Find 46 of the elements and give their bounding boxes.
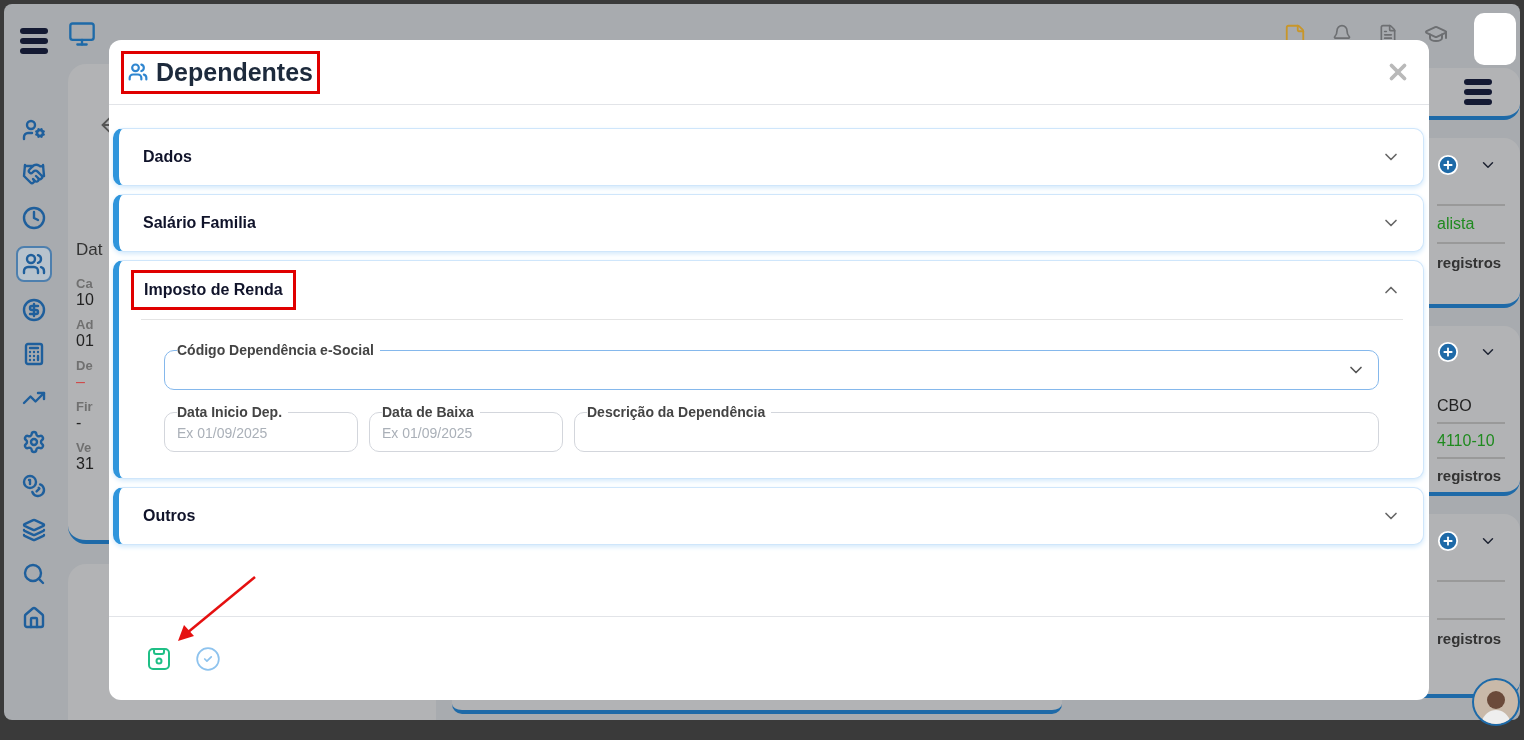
field-label: De: [76, 358, 93, 373]
menu-icon[interactable]: [20, 28, 48, 54]
field-label: Ve: [76, 440, 92, 455]
field-label: Ad: [76, 317, 94, 332]
field-label: Fir: [76, 399, 93, 414]
record-count: registros: [1437, 253, 1502, 271]
add-icon[interactable]: [1437, 340, 1459, 363]
dialog-title: Dependentes: [121, 50, 320, 94]
monitor-icon: [68, 20, 96, 48]
field-value: –: [76, 373, 85, 391]
field-label: Código Dependência e-Social: [177, 342, 375, 358]
accordion-header[interactable]: Outros: [119, 488, 1423, 544]
confirm-button[interactable]: [195, 645, 221, 672]
field-value: -: [76, 414, 82, 432]
section-title: Salário Familia: [143, 214, 256, 232]
add-icon[interactable]: [1437, 530, 1459, 552]
text-field[interactable]: Descrição da Dependência: [574, 404, 1379, 452]
select-field[interactable]: Código Dependência e-Social: [164, 342, 1379, 390]
field-label: Data Inicio Dep.: [177, 404, 284, 420]
info-text: CBO: [1437, 397, 1472, 416]
accordion-header[interactable]: Imposto de Renda: [119, 261, 1423, 319]
menu-icon[interactable]: [1464, 79, 1492, 105]
section-title: Imposto de Renda: [131, 270, 296, 310]
record-count: registros: [1437, 467, 1502, 485]
record-count: registros: [1437, 629, 1502, 647]
card-heading: Dat: [76, 240, 103, 260]
people-icon: [128, 62, 148, 82]
add-icon[interactable]: [1437, 154, 1459, 176]
date-field[interactable]: Data Inicio Dep. Ex 01/09/2025: [164, 404, 358, 452]
field-value: 01: [76, 332, 94, 350]
profile-tile[interactable]: [1474, 13, 1516, 65]
field-value: 10: [76, 291, 94, 309]
field-label: Ca: [76, 276, 93, 291]
date-field[interactable]: Data de Baixa Ex 01/09/2025: [369, 404, 563, 452]
field-label: Data de Baixa: [382, 404, 475, 420]
users-icon[interactable]: [16, 246, 52, 282]
accordion-header[interactable]: Dados: [119, 129, 1423, 185]
info-text: 4110-10: [1437, 431, 1495, 450]
section-title: Outros: [143, 507, 196, 525]
section-title: Dados: [143, 148, 192, 166]
field-label: Descrição da Dependência: [587, 404, 767, 420]
info-text: alista: [1437, 215, 1475, 233]
save-icon: [147, 646, 171, 671]
accordion-header[interactable]: Salário Familia: [119, 195, 1423, 251]
field-value: 31: [76, 455, 94, 473]
save-button[interactable]: [147, 646, 171, 671]
